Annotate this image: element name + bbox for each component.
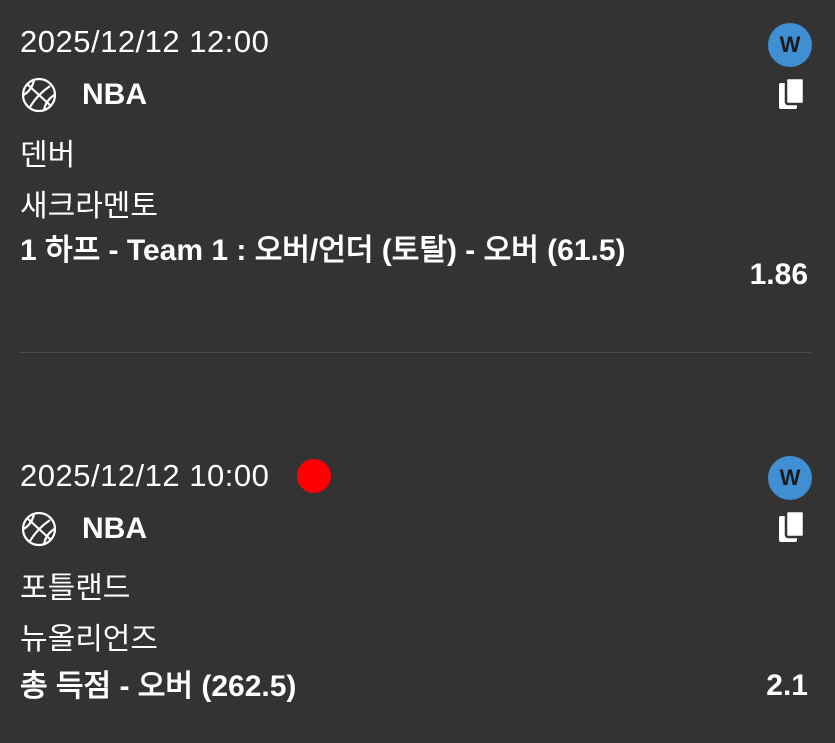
bet-odds: 2.1	[766, 669, 808, 702]
basketball-icon	[20, 510, 58, 548]
league-name: NBA	[82, 78, 147, 111]
league-row: NBA	[20, 510, 147, 548]
live-indicator-dot	[297, 459, 332, 493]
league-name: NBA	[82, 512, 147, 545]
win-status-badge: W	[768, 23, 812, 67]
bet-datetime-row: 2025/12/12 10:00	[20, 458, 332, 494]
bet-card: 2025/12/12 12:00 W NBA 덴버 새크라멘토 1 하프 - T…	[0, 0, 835, 355]
divider	[20, 352, 811, 353]
bet-market: 총 득점 - 오버 (262.5)	[20, 670, 297, 703]
win-status-badge: W	[768, 456, 812, 500]
away-team: 뉴올리언즈	[20, 623, 158, 656]
bet-datetime: 2025/12/12 12:00	[20, 24, 270, 59]
copy-icon[interactable]	[777, 76, 809, 112]
copy-icon[interactable]	[777, 509, 809, 545]
basketball-icon	[20, 76, 58, 114]
bet-datetime-row: 2025/12/12 12:00	[20, 24, 269, 60]
league-row: NBA	[20, 76, 147, 114]
bet-market: 1 하프 - Team 1 : 오버/언더 (토탈) - 오버 (61.5)	[20, 234, 626, 267]
home-team: 덴버	[20, 139, 76, 172]
bet-odds: 1.86	[749, 258, 808, 291]
bet-datetime: 2025/12/12 10:00	[20, 458, 270, 493]
away-team: 새크라멘토	[20, 190, 158, 223]
bet-card: 2025/12/12 10:00 W NBA 포틀랜드 뉴올리언즈 총 득점 -…	[0, 440, 835, 743]
home-team: 포틀랜드	[20, 572, 131, 605]
